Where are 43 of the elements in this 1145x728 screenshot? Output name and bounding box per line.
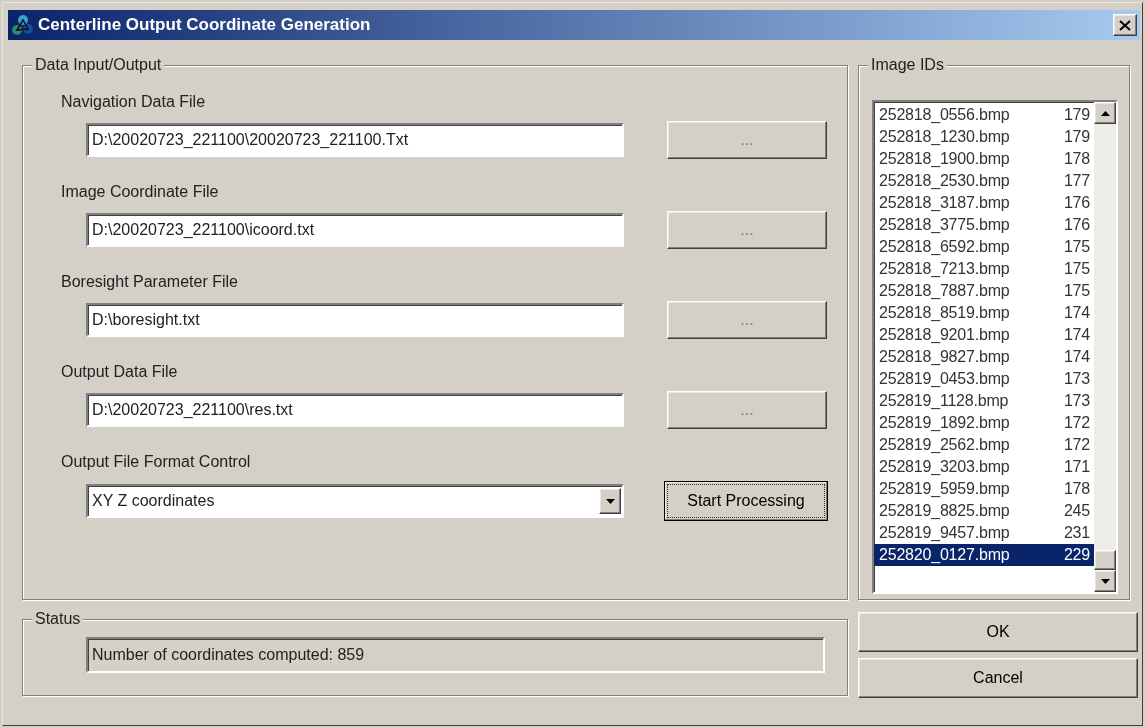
list-item[interactable]: 252818_1900.bmp 178 xyxy=(874,148,1094,170)
status-field: Number of coordinates computed: 859 xyxy=(86,637,825,673)
list-item[interactable]: 252818_7213.bmp 175 xyxy=(874,258,1094,280)
list-item[interactable]: 252819_1892.bmp 172 xyxy=(874,412,1094,434)
field-label: Navigation Data File xyxy=(61,92,207,112)
format-dropdown[interactable]: XY Z coordinates xyxy=(86,484,624,518)
list-item[interactable]: 252818_0556.bmp 179 xyxy=(874,104,1094,126)
field-label: Boresight Parameter File xyxy=(61,272,239,292)
dialog-button[interactable]: Cancel xyxy=(858,658,1138,698)
input-field[interactable]: D:\boresight.txt xyxy=(86,303,624,337)
field-label: Output Data File xyxy=(61,362,179,382)
scroll-thumb[interactable] xyxy=(1094,550,1116,570)
close-button[interactable] xyxy=(1113,14,1137,36)
app-icon xyxy=(11,14,35,36)
list-item[interactable]: 252819_2562.bmp 172 xyxy=(874,434,1094,456)
list-item[interactable]: 252818_2530.bmp 177 xyxy=(874,170,1094,192)
input-field[interactable]: D:\20020723_221100\icoord.txt xyxy=(86,213,624,247)
field-label: Image Coordinate File xyxy=(61,182,220,202)
group-title: Data Input/Output xyxy=(32,56,165,74)
field-label: Output File Format Control xyxy=(61,452,252,472)
dialog-button[interactable]: OK xyxy=(858,612,1138,652)
list-item[interactable]: 252818_1230.bmp 179 xyxy=(874,126,1094,148)
list-item[interactable]: 252818_8519.bmp 174 xyxy=(874,302,1094,324)
list-item[interactable]: 252818_3187.bmp 176 xyxy=(874,192,1094,214)
list-item[interactable]: 252819_5959.bmp 178 xyxy=(874,478,1094,500)
list-item[interactable]: 252819_1128.bmp 173 xyxy=(874,390,1094,412)
list-item[interactable]: 252819_9457.bmp 231 xyxy=(874,522,1094,544)
list-item[interactable]: 252819_3203.bmp 171 xyxy=(874,456,1094,478)
window-title: Centerline Output Coordinate Generation xyxy=(38,15,372,35)
list-item[interactable]: 252818_7887.bmp 175 xyxy=(874,280,1094,302)
list-item[interactable]: 252819_8825.bmp 245 xyxy=(874,500,1094,522)
close-icon xyxy=(1119,19,1131,31)
list-item[interactable]: 252818_9827.bmp 174 xyxy=(874,346,1094,368)
list-item[interactable]: 252820_0127.bmp 229 xyxy=(874,544,1094,566)
list-item[interactable]: 252818_3775.bmp 176 xyxy=(874,214,1094,236)
list-item[interactable]: 252818_9201.bmp 174 xyxy=(874,324,1094,346)
start-processing-button[interactable]: Start Processing xyxy=(664,481,828,521)
list-item[interactable]: 252819_0453.bmp 173 xyxy=(874,368,1094,390)
input-field[interactable]: D:\20020723_221100\20020723_221100.Txt xyxy=(86,123,624,157)
group-title: Image IDs xyxy=(868,56,947,74)
scrollbar[interactable] xyxy=(1094,102,1116,592)
list-item[interactable]: 252818_6592.bmp 175 xyxy=(874,236,1094,258)
input-field[interactable]: D:\20020723_221100\res.txt xyxy=(86,393,624,427)
